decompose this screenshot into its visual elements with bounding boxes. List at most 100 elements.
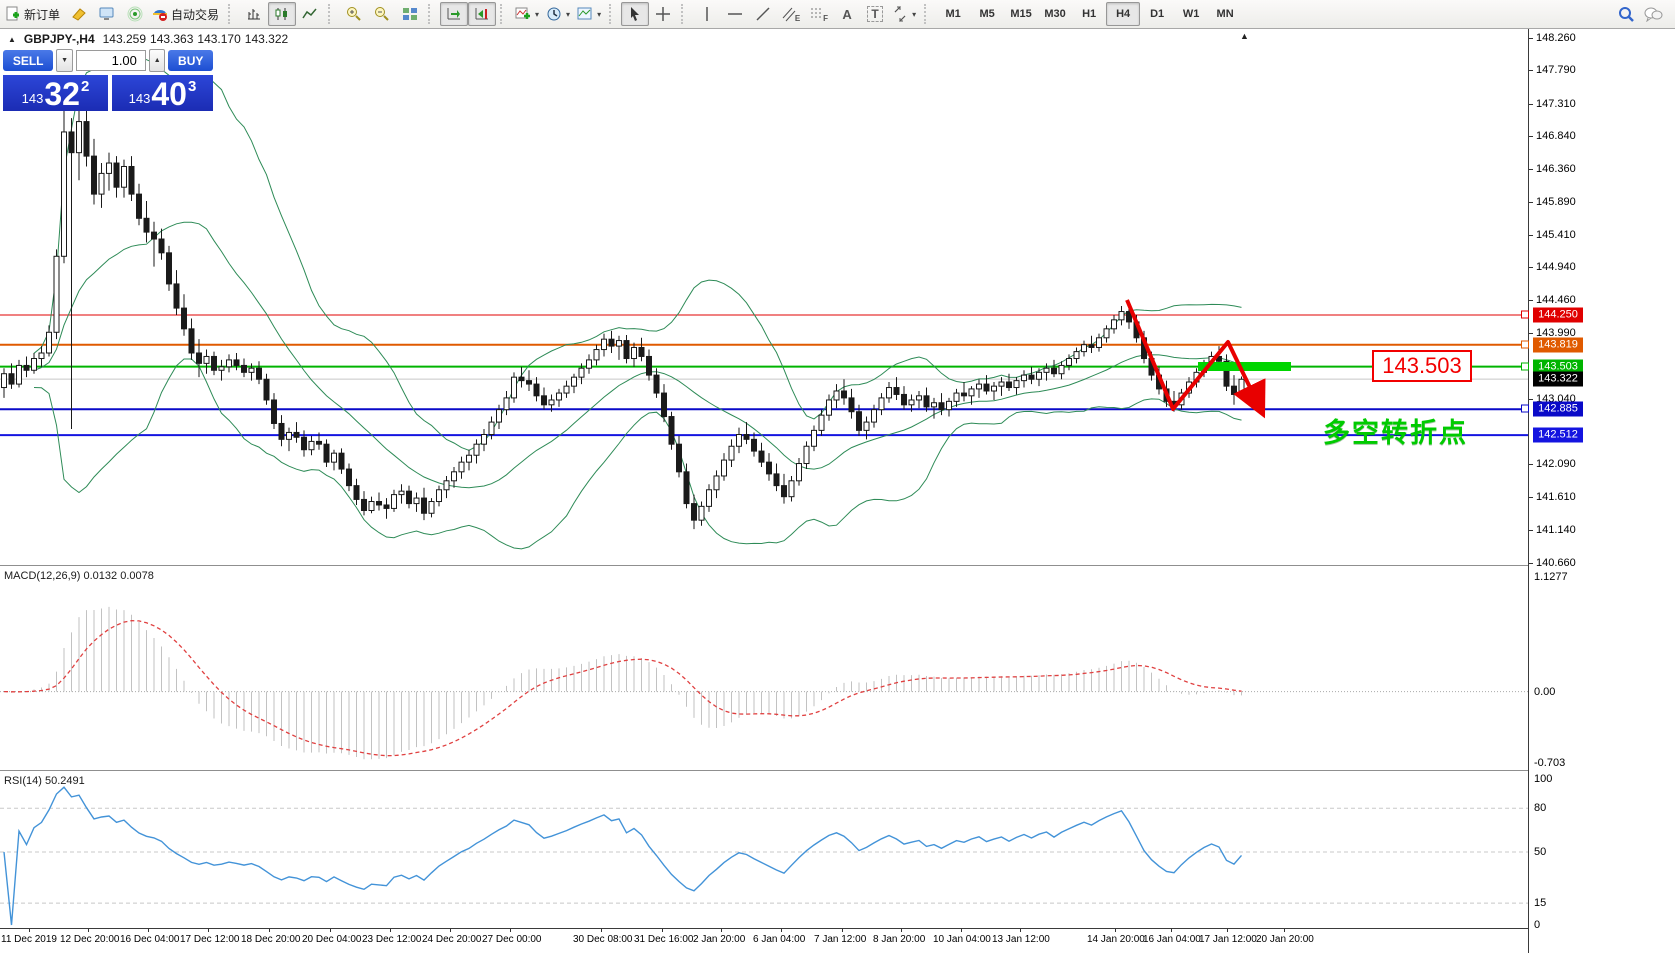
price-callout-box[interactable]: 143.503 <box>1372 350 1472 382</box>
chevron-down-icon[interactable]: ▾ <box>534 10 540 19</box>
price-tick-mark <box>1529 530 1533 531</box>
chart-shift-button[interactable] <box>468 2 497 26</box>
zoom-out-button[interactable] <box>368 2 396 26</box>
candlestick-chart-button[interactable] <box>268 2 297 26</box>
horizontal-levels-layer <box>0 314 1528 437</box>
time-tick-label: 13 Jan 12:00 <box>992 934 1050 945</box>
rsi-value: 50.2491 <box>44 775 85 787</box>
line-chart-icon <box>302 8 317 19</box>
chat-icon[interactable] <box>1643 6 1663 22</box>
timeframe-m30[interactable]: M30 <box>1038 2 1072 26</box>
vertical-line-tool-button[interactable] <box>693 2 721 26</box>
chart-title: ▲ GBPJPY-,H4 143.259 143.363 143.170 143… <box>8 32 288 46</box>
time-tick-mark <box>1227 929 1228 932</box>
volume-input[interactable] <box>75 50 146 71</box>
timeframe-h1[interactable]: H1 <box>1072 2 1106 26</box>
price-tick-label: 142.090 <box>1536 458 1576 470</box>
sell-price-point: 2 <box>80 78 90 95</box>
equidistant-channel-tool-button[interactable]: E <box>777 2 805 26</box>
sell-button[interactable]: SELL <box>3 50 54 71</box>
price-tick-label: 144.460 <box>1536 294 1576 306</box>
horizontal-line-tool-button[interactable] <box>721 2 749 26</box>
volume-increase-button[interactable]: ▲ <box>148 49 166 72</box>
auto-scroll-button[interactable] <box>440 2 469 26</box>
price-tick-label: 148.260 <box>1536 32 1576 44</box>
timeframe-m1[interactable]: M1 <box>936 2 970 26</box>
toolbar-right-group <box>1618 6 1673 23</box>
time-tick-label: 16 Dec 04:00 <box>120 934 180 945</box>
rsi-scale-label: 80 <box>1534 802 1547 814</box>
toolbar-grip <box>500 4 509 24</box>
chevron-down-icon[interactable]: ▾ <box>911 10 917 19</box>
price-tick-label: 146.840 <box>1536 130 1576 142</box>
text-label-tool-button[interactable]: T <box>861 2 889 26</box>
zoom-in-button[interactable] <box>340 2 368 26</box>
metaeditor-button[interactable] <box>65 2 93 26</box>
crosshair-tool-button[interactable] <box>649 2 677 26</box>
price-line-label: 142.512 <box>1533 427 1583 443</box>
timeframe-h4[interactable]: H4 <box>1106 2 1141 26</box>
indicators-icon <box>515 7 531 19</box>
main-chart-canvas[interactable] <box>0 29 1528 565</box>
chevron-down-icon[interactable]: ▾ <box>565 10 571 19</box>
sell-price-pips: 32 <box>44 76 80 112</box>
macd-label: MACD(12,26,9) 0.0132 0.0078 <box>4 570 154 582</box>
collapse-panel-arrow[interactable]: ▲ <box>8 35 16 44</box>
bar-chart-button[interactable] <box>240 2 268 26</box>
buy-price-display[interactable]: 143 40 3 <box>111 75 213 111</box>
price-tick-mark <box>1529 399 1533 400</box>
timeframe-m5[interactable]: M5 <box>970 2 1004 26</box>
ohlc-close: 143.322 <box>244 32 289 46</box>
zoom-out-icon <box>375 7 389 21</box>
price-tick-mark <box>1529 169 1533 170</box>
new-order-button[interactable]: 新订单 <box>2 2 65 26</box>
text-tool-button[interactable]: A <box>833 2 861 26</box>
signals-button[interactable] <box>121 2 149 26</box>
timeframe-w1[interactable]: W1 <box>1174 2 1208 26</box>
rsi-scale-label: 0 <box>1534 919 1541 931</box>
price-tick-label: 147.310 <box>1536 98 1576 110</box>
line-marker-square <box>1521 310 1529 319</box>
timeframe-m15[interactable]: M15 <box>1004 2 1038 26</box>
trendline-tool-button[interactable] <box>749 2 777 26</box>
fibonacci-tool-button[interactable]: F <box>805 2 833 26</box>
time-tick-label: 24 Dec 20:00 <box>422 934 482 945</box>
scroll-to-end-marker[interactable]: ▲ <box>1240 31 1249 41</box>
macd-canvas <box>0 606 1528 760</box>
channel-letter: E <box>794 13 801 23</box>
timeframe-d1[interactable]: D1 <box>1140 2 1174 26</box>
sell-price-display[interactable]: 143 32 2 <box>3 75 108 111</box>
price-tick-label: 147.790 <box>1536 64 1576 76</box>
price-tick-label: 145.410 <box>1536 229 1576 241</box>
turning-point-note[interactable]: 多空转折点 <box>1323 411 1468 450</box>
timeframe-mn[interactable]: MN <box>1208 2 1242 26</box>
terminal-button[interactable] <box>93 2 121 26</box>
search-icon[interactable] <box>1618 6 1635 23</box>
price-tick-mark <box>1529 300 1533 301</box>
signals-icon <box>127 6 143 22</box>
buy-button[interactable]: BUY <box>168 50 213 71</box>
annotations-layer <box>1125 299 1291 419</box>
line-chart-button[interactable] <box>296 2 324 26</box>
macd-value-1: 0.0132 <box>83 570 118 582</box>
periods-button[interactable]: ▾ <box>543 2 574 26</box>
time-tick-label: 6 Jan 04:00 <box>753 934 806 945</box>
candles-layer <box>1 104 1245 530</box>
bar-chart-icon <box>248 9 261 20</box>
arrows-tool-button[interactable]: ▾ <box>889 2 920 26</box>
price-tick-mark <box>1529 38 1533 39</box>
cursor-tool-button[interactable] <box>621 2 650 26</box>
volume-decrease-button[interactable]: ▼ <box>56 49 73 72</box>
price-tick-label: 140.660 <box>1536 557 1576 569</box>
buy-price-base: 143 <box>128 91 151 106</box>
terminal-icon <box>99 7 114 20</box>
time-tick-mark <box>662 929 663 932</box>
indicators-button[interactable]: ▾ <box>512 2 543 26</box>
sell-price-base: 143 <box>21 91 44 106</box>
chevron-down-icon[interactable]: ▾ <box>596 10 602 19</box>
templates-button[interactable]: ▾ <box>574 2 605 26</box>
autotrading-button[interactable]: 自动交易 <box>149 2 224 26</box>
tile-windows-button[interactable] <box>396 2 424 26</box>
tile-windows-icon <box>403 8 418 20</box>
time-tick-label: 16 Jan 04:00 <box>1143 934 1201 945</box>
